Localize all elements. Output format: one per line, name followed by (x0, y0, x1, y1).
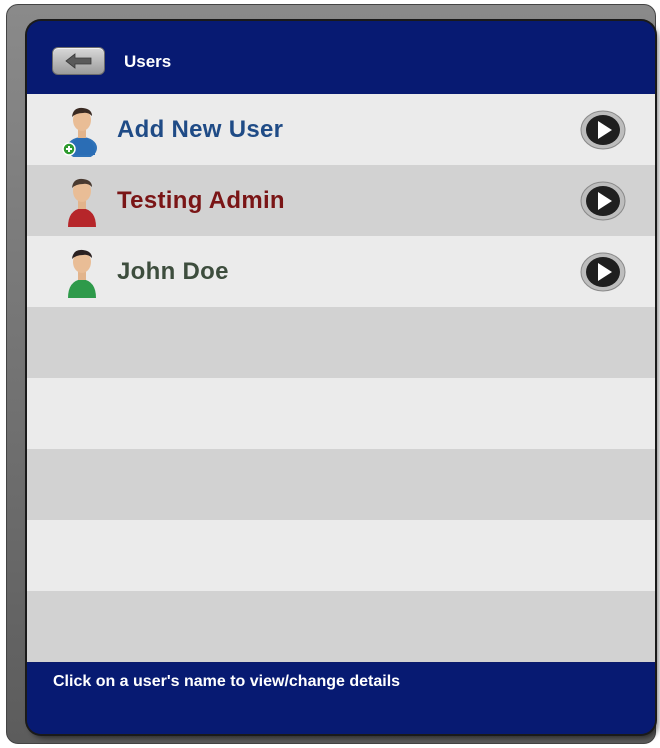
play-arrow-icon[interactable] (580, 181, 626, 221)
page-title: Users (124, 52, 172, 71)
empty-row (27, 307, 655, 378)
empty-row (27, 591, 655, 662)
user-red-icon (68, 178, 96, 227)
list-item-testing-admin[interactable]: Testing Admin (27, 165, 655, 236)
list-item-add-new-user[interactable]: Add New User (27, 94, 655, 165)
user-green-icon (68, 249, 96, 298)
play-arrow-icon[interactable] (580, 110, 626, 150)
footer-bar: Click on a user's name to view/change de… (27, 663, 655, 734)
footer-hint: Click on a user's name to view/change de… (53, 673, 401, 690)
user-name-john-doe[interactable]: John Doe (117, 258, 229, 286)
empty-row (27, 378, 655, 449)
back-button[interactable] (52, 47, 105, 75)
device-frame: Users Add New User Testing Admin John Do… (6, 4, 656, 744)
users-screen: Users Add New User Testing Admin John Do… (27, 21, 655, 734)
header-bar: Users (27, 21, 655, 94)
user-name-add-new-user[interactable]: Add New User (117, 116, 283, 144)
left-arrow-icon (64, 53, 91, 69)
play-arrow-icon[interactable] (580, 252, 626, 292)
empty-row (27, 449, 655, 520)
user-list: Add New User Testing Admin John Doe (27, 94, 655, 662)
add-user-icon (62, 107, 97, 157)
empty-row (27, 520, 655, 591)
list-item-john-doe[interactable]: John Doe (27, 236, 655, 307)
user-name-testing-admin[interactable]: Testing Admin (117, 187, 285, 215)
